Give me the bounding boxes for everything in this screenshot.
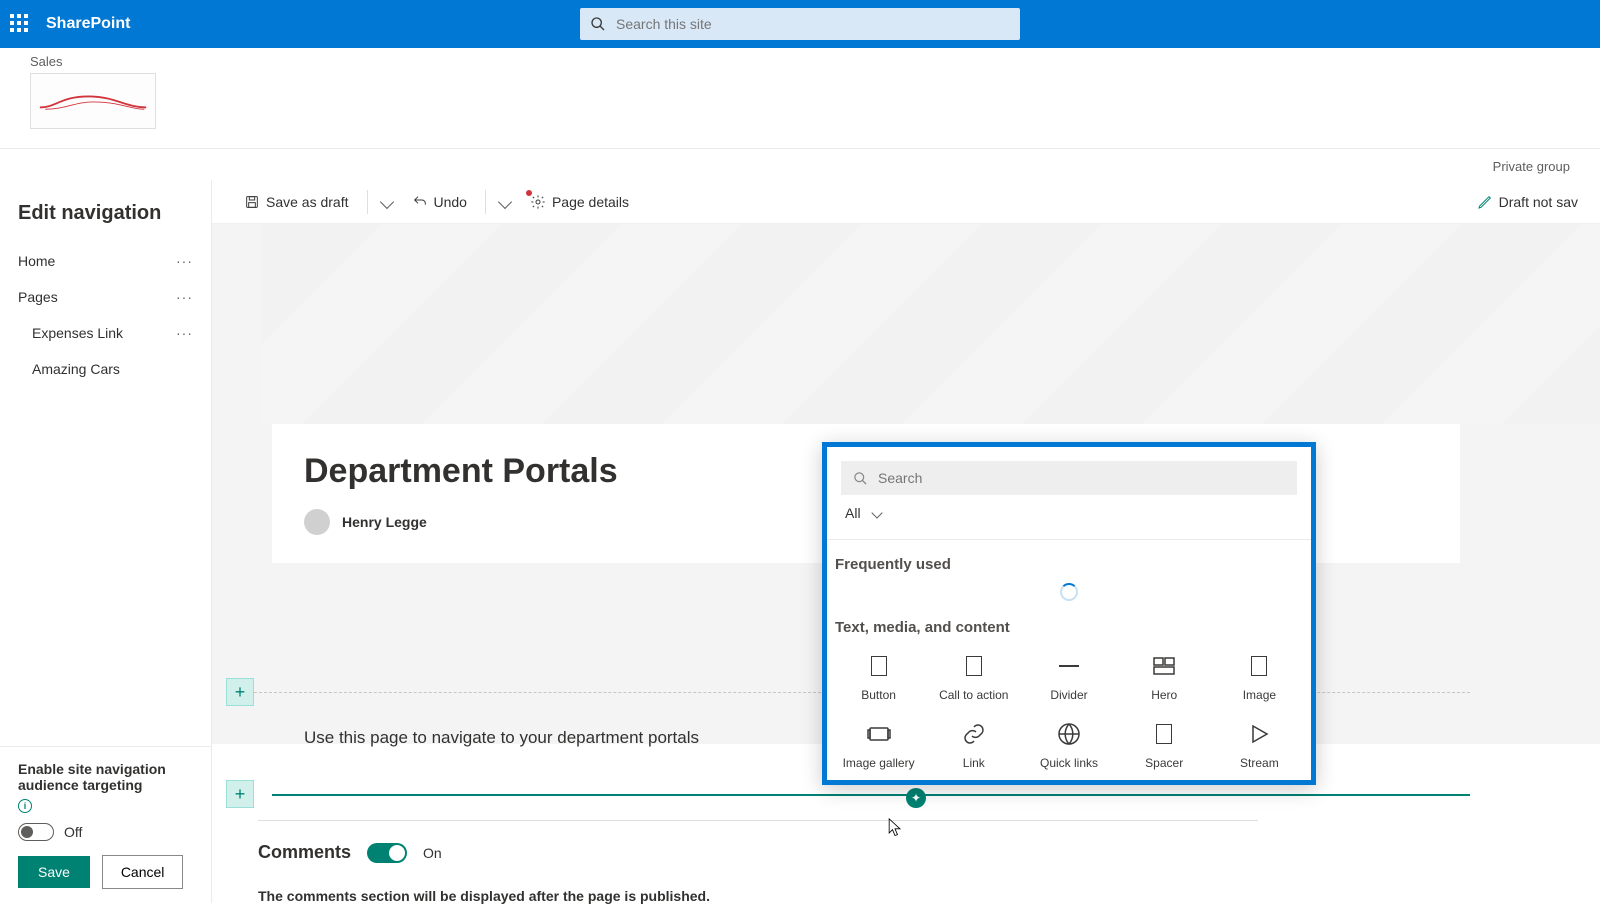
nav-item-expenses-link[interactable]: Expenses Link ··· bbox=[0, 315, 211, 351]
webpart-call-to-action[interactable]: Call to action bbox=[926, 646, 1021, 708]
app-name: SharePoint bbox=[46, 15, 130, 33]
webpart-image-gallery[interactable]: Image gallery bbox=[831, 714, 926, 776]
comments-note: The comments section will be displayed a… bbox=[258, 888, 710, 904]
nav-item-label: Home bbox=[18, 253, 55, 269]
toggle-on-label: On bbox=[423, 845, 442, 861]
picker-search[interactable] bbox=[841, 461, 1297, 495]
nav-item-label: Amazing Cars bbox=[32, 361, 120, 377]
comments-toggle[interactable] bbox=[367, 843, 407, 863]
mouse-cursor-icon bbox=[888, 818, 902, 838]
comments-heading: Comments bbox=[258, 842, 351, 863]
webpart-hero[interactable]: Hero bbox=[1117, 646, 1212, 708]
nav-item-home[interactable]: Home ··· bbox=[0, 243, 211, 279]
picker-section-frequently-used: Frequently used bbox=[835, 556, 1307, 573]
more-icon[interactable]: ··· bbox=[176, 325, 193, 341]
webpart-image[interactable]: Image bbox=[1212, 646, 1307, 708]
pencil-icon bbox=[1477, 194, 1493, 210]
page-description[interactable]: Use this page to navigate to your depart… bbox=[304, 728, 699, 748]
nav-footer: Enable site navigation audience targetin… bbox=[0, 746, 211, 903]
info-icon[interactable]: i bbox=[18, 799, 32, 813]
picker-search-input[interactable] bbox=[878, 470, 1285, 486]
app-launcher-icon[interactable] bbox=[10, 14, 30, 34]
divider-icon bbox=[1057, 654, 1081, 678]
save-split-chevron-icon[interactable] bbox=[379, 194, 393, 208]
hero-icon bbox=[1152, 654, 1176, 678]
save-button[interactable]: Save bbox=[18, 856, 90, 888]
notification-dot-icon bbox=[526, 190, 532, 196]
gear-icon bbox=[530, 194, 546, 210]
webpart-spacer[interactable]: Spacer bbox=[1117, 714, 1212, 776]
nav-item-label: Pages bbox=[18, 289, 58, 305]
webpart-stream[interactable]: Stream bbox=[1212, 714, 1307, 776]
nav-item-label: Expenses Link bbox=[32, 325, 123, 341]
cancel-button[interactable]: Cancel bbox=[102, 855, 184, 889]
insert-line bbox=[272, 794, 1470, 796]
save-as-draft-button[interactable]: Save as draft bbox=[234, 188, 359, 216]
site-search-input[interactable] bbox=[616, 16, 1010, 32]
comments-header: Comments On bbox=[258, 842, 442, 863]
audience-toggle[interactable] bbox=[18, 823, 54, 841]
picker-section-text-media: Text, media, and content bbox=[835, 619, 1307, 636]
car-logo-icon bbox=[38, 89, 148, 113]
navigation-editor: Edit navigation Home ··· Pages ··· Expen… bbox=[0, 180, 212, 903]
add-section-button[interactable]: + bbox=[226, 780, 254, 808]
page-details-button[interactable]: Page details bbox=[520, 188, 639, 216]
suite-header: SharePoint bbox=[0, 0, 1600, 48]
search-icon bbox=[590, 16, 606, 32]
picker-filter-dropdown[interactable]: All bbox=[841, 495, 1297, 531]
add-webpart-button[interactable]: ✦ bbox=[906, 788, 926, 808]
more-icon[interactable]: ··· bbox=[176, 289, 193, 305]
horizontal-rule bbox=[258, 820, 1258, 821]
draft-status[interactable]: Draft not sav bbox=[1477, 194, 1578, 210]
undo-split-chevron-icon[interactable] bbox=[498, 194, 512, 208]
chevron-down-icon bbox=[871, 507, 882, 518]
audience-targeting-label: Enable site navigation audience targetin… bbox=[18, 761, 193, 813]
globe-icon bbox=[1057, 722, 1081, 746]
add-section-button[interactable]: + bbox=[226, 678, 254, 706]
undo-button[interactable]: Undo bbox=[402, 188, 477, 216]
link-icon bbox=[962, 722, 986, 746]
webpart-divider[interactable]: Divider bbox=[1021, 646, 1116, 708]
nav-item-amazing-cars[interactable]: Amazing Cars bbox=[0, 351, 211, 387]
play-icon bbox=[1247, 722, 1271, 746]
webpart-button[interactable]: Button bbox=[831, 646, 926, 708]
site-title: Sales bbox=[30, 54, 156, 69]
webpart-link[interactable]: Link bbox=[926, 714, 1021, 776]
save-icon bbox=[244, 194, 260, 210]
group-privacy-label: Private group bbox=[0, 148, 1600, 180]
command-bar: Save as draft Undo Page details Draft no… bbox=[212, 180, 1600, 224]
gallery-icon bbox=[867, 722, 891, 746]
loading-spinner-icon bbox=[1060, 583, 1078, 601]
site-logo[interactable] bbox=[30, 73, 156, 129]
author-name: Henry Legge bbox=[342, 514, 427, 530]
header-pattern bbox=[262, 224, 1600, 424]
toggle-off-label: Off bbox=[64, 824, 82, 840]
page-canvas: Save as draft Undo Page details Draft no… bbox=[212, 180, 1600, 903]
webpart-quick-links[interactable]: Quick links bbox=[1021, 714, 1116, 776]
nav-heading: Edit navigation bbox=[0, 202, 211, 243]
site-header: Sales bbox=[0, 48, 1600, 148]
search-icon bbox=[853, 471, 868, 486]
site-search[interactable] bbox=[580, 8, 1020, 40]
avatar-icon[interactable] bbox=[304, 509, 330, 535]
webpart-picker: All Frequently used Text, media, and con… bbox=[822, 442, 1316, 785]
nav-item-pages[interactable]: Pages ··· bbox=[0, 279, 211, 315]
more-icon[interactable]: ··· bbox=[176, 253, 193, 269]
undo-icon bbox=[412, 194, 428, 210]
